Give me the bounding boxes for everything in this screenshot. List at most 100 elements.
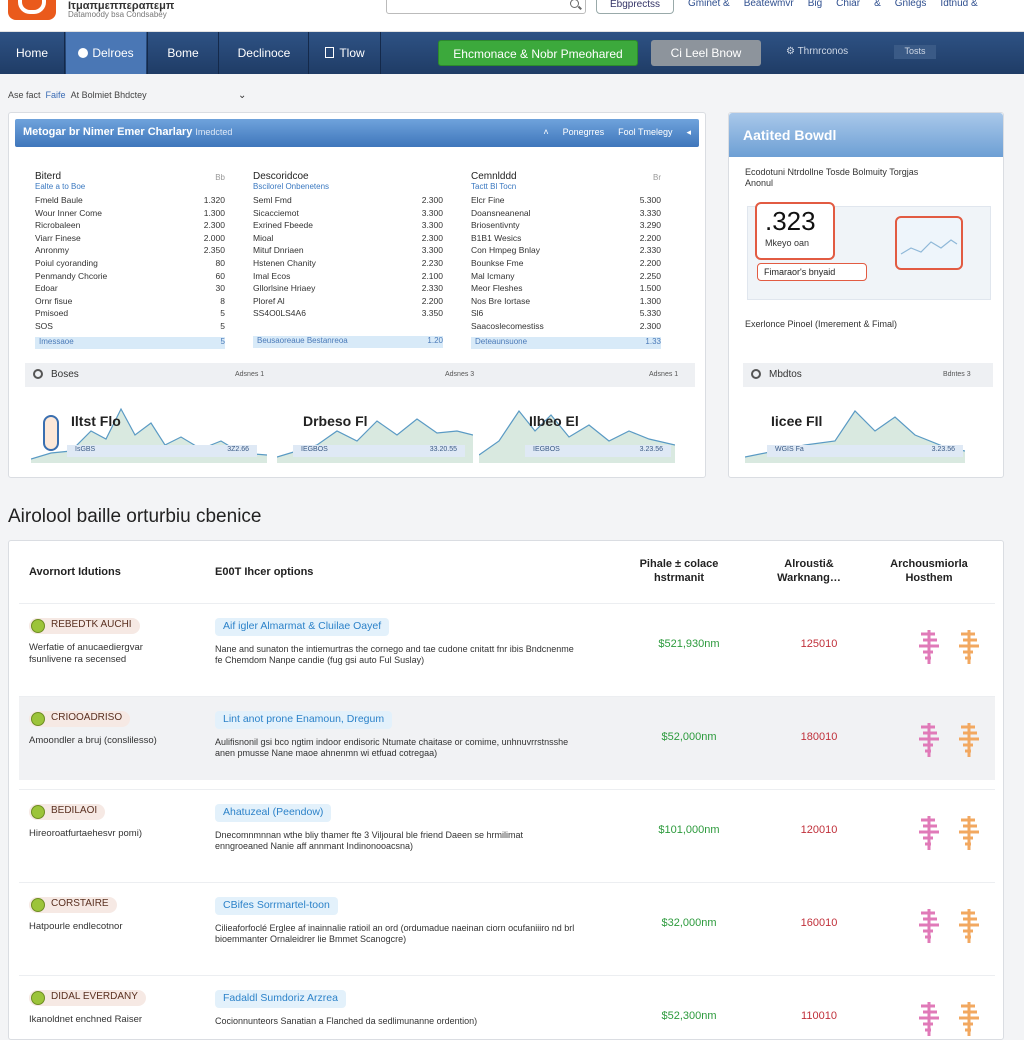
metric-row[interactable]: Ornr fisue 8: [35, 296, 225, 309]
refresh-icon[interactable]: [751, 369, 761, 379]
row-tag[interactable]: CRIOOADRISO: [29, 711, 131, 727]
metric-row[interactable]: Saacoslecomestiss 2.300: [471, 321, 661, 334]
head-link-2[interactable]: Fool Tmelegy: [618, 127, 672, 138]
average-mini-chart[interactable]: Iicee FIl WGIS Fa 3.23.56: [745, 401, 965, 463]
nav-home[interactable]: Home: [0, 32, 64, 74]
nav-tool-link[interactable]: ⚙ Thrnrconos: [786, 46, 848, 57]
row-option[interactable]: CBifes Sorrmartel-toon: [215, 897, 338, 915]
nav-declinoce[interactable]: Declinoce: [220, 32, 308, 74]
row-tag[interactable]: CORSTAIRE: [29, 897, 117, 913]
metric-row[interactable]: Doansneanenal 3.330: [471, 208, 661, 221]
big-value-card[interactable]: .323 Mkeyo oan: [755, 202, 835, 260]
table-row[interactable]: DIDAL EVERDANY Ikanoldnet enchned Raiser…: [19, 975, 995, 1039]
breadcrumb-home[interactable]: Ase fact: [8, 90, 41, 100]
column-header[interactable]: E00T Ihcer options: [215, 565, 313, 579]
breadcrumb-link[interactable]: Faife: [46, 90, 66, 100]
metrics-title-text: Metogar br Nimer Emer Charlary: [23, 126, 193, 138]
table-row[interactable]: CRIOOADRISO Amoondler a bruj (consliless…: [19, 696, 995, 780]
top-link-2[interactable]: Beatewmvr: [744, 0, 794, 9]
metrics-panel-title: Metogar br Nimer Emer Charlary Imedcted: [23, 126, 232, 138]
collapse-icon[interactable]: ◂: [686, 127, 691, 138]
metric-row[interactable]: Elcr Fine 5.300: [471, 195, 661, 208]
metric-row[interactable]: Sl6 5.330: [471, 308, 661, 321]
metric-row[interactable]: Meor Fleshes 1.500: [471, 283, 661, 296]
metric-row[interactable]: Fmeld Baule 1.320: [35, 195, 225, 208]
table-row[interactable]: CORSTAIRE Hatpourle endlecotnor CBifes S…: [19, 882, 995, 966]
metric-row[interactable]: Con Hmpeg Bnlay 2.330: [471, 245, 661, 258]
column-header[interactable]: Avornort Idutions: [29, 565, 121, 579]
metric-column-1: Biterd Ealte a to Boe Bb Fmeld Baule 1.32…: [35, 171, 225, 349]
nav-tlow[interactable]: Tlow: [310, 32, 380, 74]
primary-action-button[interactable]: Ehcmonace & Nobr Pmeohared: [438, 40, 638, 66]
average-label-pill[interactable]: Fimaraor's bnyaid: [757, 263, 867, 281]
metric-row[interactable]: Imal Ecos 2.100: [253, 271, 443, 284]
refresh-icon[interactable]: [33, 369, 43, 379]
metric-row[interactable]: B1B1 Wesics 2.200: [471, 233, 661, 246]
metric-row[interactable]: Bounkse Fme 2.200: [471, 258, 661, 271]
metric-row[interactable]: Sicacciemot 3.300: [253, 208, 443, 221]
metric-row[interactable]: Pmisoed 5: [35, 308, 225, 321]
metric-row[interactable]: Seml Fmd 2.300: [253, 195, 443, 208]
mini-chart-2[interactable]: Drbeso Fl IEGBOS 33.20.55: [277, 401, 473, 463]
metric-row[interactable]: Penmandy Chcorie 60: [35, 271, 225, 284]
caret-up-icon[interactable]: ˄: [543, 127, 548, 138]
chevron-down-icon[interactable]: ⌄: [238, 90, 246, 101]
row-count: 110010: [801, 1010, 837, 1022]
row-option[interactable]: Ahatuzeal (Peendow): [215, 804, 332, 822]
row-option[interactable]: Lint anot prone Enamoun, Dregum: [215, 711, 393, 729]
search-input[interactable]: [386, 0, 586, 14]
top-links: Gminet & Beatewmvr Big Chiar & Gnlegs Id…: [688, 0, 978, 9]
row-tag[interactable]: REBEDTK AUCHI: [29, 618, 140, 634]
secondary-action-button[interactable]: Ci Leel Bnow: [651, 40, 761, 66]
metric-label: Pmisoed: [35, 308, 69, 319]
metric-label: Mioal: [253, 232, 274, 243]
search-icon[interactable]: [570, 0, 579, 8]
top-action-button[interactable]: Ebgprectss: [596, 0, 674, 14]
metric-row[interactable]: Wour Inner Come 1.300: [35, 208, 225, 221]
top-link-1[interactable]: Gminet &: [688, 0, 730, 9]
brand-logo[interactable]: [8, 0, 56, 20]
top-link-4[interactable]: Chiar: [836, 0, 860, 9]
metric-row[interactable]: Edoar 30: [35, 283, 225, 296]
average-description: Ecodotuni Ntrdollne Tosde Bolmuity Torgj…: [745, 167, 918, 189]
head-link-1[interactable]: Ponegrres: [563, 127, 605, 138]
nav-delroes[interactable]: Delroes: [66, 32, 146, 74]
top-link-5[interactable]: &: [874, 0, 881, 9]
metric-row[interactable]: Anronmy 2.350: [35, 245, 225, 258]
metric-row[interactable]: Poiul cyoranding 80: [35, 258, 225, 271]
average-panel-header: Aatited Bowdl: [729, 113, 1003, 157]
metric-row[interactable]: Gllorlsine Hriaey 2.330: [253, 283, 443, 296]
nav-divider: [380, 32, 381, 74]
metric-row[interactable]: Hstenen Chanity 2.230: [253, 258, 443, 271]
metric-row[interactable]: SOS 5: [35, 321, 225, 334]
metric-row[interactable]: Ricrobaleen 2.300: [35, 220, 225, 233]
column-header[interactable]: Pihale ± colace hstrmanit: [629, 557, 729, 585]
metric-value: 5.300: [639, 195, 661, 205]
top-link-3[interactable]: Big: [808, 0, 822, 9]
metric-row[interactable]: Briosentivnty 3.290: [471, 220, 661, 233]
row-option[interactable]: Aif igler Almarmat & Cluilae Oayef: [215, 618, 390, 636]
column-subtitle: Bscilorel Onbenetens: [253, 182, 330, 191]
top-link-7[interactable]: Idtnud &: [940, 0, 977, 9]
metric-row[interactable]: SS4O0LS4A6 3.350: [253, 308, 443, 321]
nav-bome[interactable]: Bome: [148, 32, 218, 74]
column-header[interactable]: Alrousti& Warknang…: [769, 557, 849, 585]
column-header[interactable]: Archousmiorla Hosthem: [877, 557, 981, 585]
table-row[interactable]: REBEDTK AUCHI Werfatie of anucaediergvar…: [19, 603, 995, 687]
metric-row[interactable]: Exrined Fbeede 3.300: [253, 220, 443, 233]
table-row[interactable]: BEDILAOI Hireoroatfurtaehesvr pomi) Ahat…: [19, 789, 995, 873]
metric-row[interactable]: Viarr Finese 2.000: [35, 233, 225, 246]
row-option[interactable]: Fadaldl Sumdoriz Arzrea: [215, 990, 346, 1008]
metric-row[interactable]: Mioal 2.300: [253, 233, 443, 246]
row-tag[interactable]: BEDILAOI: [29, 804, 106, 820]
highlight-preview[interactable]: [895, 216, 963, 270]
metric-row[interactable]: Nos Bre Iortase 1.300: [471, 296, 661, 309]
metric-row[interactable]: Ploref Al 2.200: [253, 296, 443, 309]
mini-chart-1[interactable]: Iltst Flo IsGBS 3Z2.66: [31, 401, 267, 463]
metric-row[interactable]: Mal Icmany 2.250: [471, 271, 661, 284]
nav-tag[interactable]: Tosts: [894, 45, 936, 59]
row-tag[interactable]: DIDAL EVERDANY: [29, 990, 146, 1006]
top-link-6[interactable]: Gnlegs: [895, 0, 927, 9]
mini-chart-3[interactable]: Ilbeo El IEGBOS 3.23.56: [479, 401, 675, 463]
metric-row[interactable]: Mituf Dnriaen 3.300: [253, 245, 443, 258]
